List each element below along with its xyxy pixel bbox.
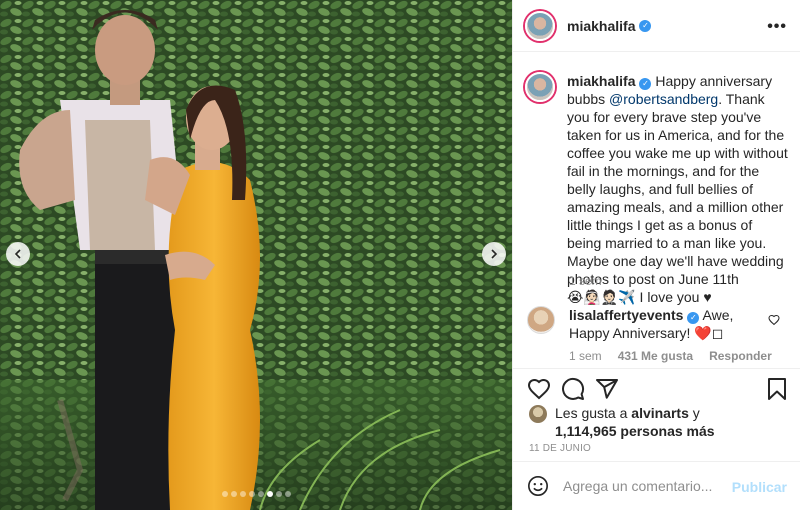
carousel-dot [275, 491, 282, 497]
caption-username[interactable]: miakhalifa [567, 73, 635, 89]
carousel-dot [230, 491, 237, 497]
likes-middle: y [688, 405, 700, 421]
comment-input[interactable] [563, 478, 733, 494]
comment-text: lisalaffertyevents ✓ Awe, Happy Anniversa… [569, 306, 769, 342]
publish-button[interactable]: Publicar [732, 479, 787, 495]
comment-avatar[interactable] [527, 306, 555, 334]
caption-avatar[interactable] [525, 72, 555, 102]
comment-username[interactable]: lisalaffertyevents [569, 307, 683, 323]
heart-icon[interactable] [527, 377, 551, 401]
post-date[interactable]: 11 DE JUNIO [529, 443, 591, 454]
header-username[interactable]: miakhalifa [567, 18, 635, 34]
likes-summary: Les gusta a alvinarts y 1,114,965 persona… [529, 404, 795, 440]
comment-icon[interactable] [561, 377, 585, 401]
verified-icon: ✓ [639, 19, 652, 32]
post-header: miakhalifa ✓ ••• [513, 0, 800, 52]
caption-text-after: . Thank you for every brave step you've … [567, 91, 788, 287]
comment-likes[interactable]: 431 Me gusta [618, 349, 693, 363]
post-side-panel: miakhalifa ✓ ••• miakhalifa ✓ Happy anniv… [512, 0, 800, 510]
carousel-dot [257, 491, 264, 497]
carousel-indicator [0, 491, 512, 497]
likes-prefix: Les gusta a [555, 405, 632, 421]
next-photo-button[interactable] [482, 242, 506, 266]
caption-text: miakhalifa ✓ Happy anniversary bubbs @rob… [567, 72, 789, 306]
comment-box-glyph: ◻ [711, 325, 724, 341]
carousel-dot [221, 491, 228, 497]
liker-username[interactable]: alvinarts [631, 405, 689, 421]
carousel-dot [248, 491, 255, 497]
chevron-left-icon [14, 249, 21, 259]
reply-button[interactable]: Responder [709, 349, 772, 363]
action-bar [513, 368, 800, 408]
caption-emoji-line: 😭👰🏻🤵🏻✈️ I love you ♥ [567, 289, 712, 305]
bookmark-icon[interactable] [765, 377, 789, 401]
liker-avatar[interactable] [529, 405, 547, 423]
carousel-dot [284, 491, 291, 497]
post-photo [0, 0, 512, 510]
emoji-icon[interactable] [527, 475, 549, 497]
verified-icon: ✓ [687, 312, 700, 324]
verified-icon: ✓ [639, 78, 652, 90]
post-caption: miakhalifa ✓ Happy anniversary bubbs @rob… [525, 72, 795, 306]
share-icon[interactable] [595, 377, 619, 401]
previous-photo-button[interactable] [6, 242, 30, 266]
comment-like-icon[interactable] [768, 314, 780, 326]
heart-emoji: ❤️ [694, 325, 712, 341]
carousel-dot [239, 491, 246, 497]
comment-meta: 1 sem 431 Me gusta Responder [569, 349, 772, 363]
more-options-icon[interactable]: ••• [767, 18, 787, 36]
carousel-dot [266, 491, 273, 497]
add-comment-bar: Publicar [513, 461, 800, 510]
likes-count[interactable]: 1,114,965 personas más [555, 423, 715, 439]
mention-link[interactable]: @robertsandberg [609, 91, 718, 107]
avatar[interactable] [525, 10, 555, 41]
comment-timestamp[interactable]: 1 sem [569, 349, 602, 363]
chevron-right-icon [491, 249, 498, 259]
caption-timestamp[interactable]: 1 sem [569, 274, 602, 288]
photo-illustration [0, 0, 512, 510]
comment: lisalaffertyevents ✓ Awe, Happy Anniversa… [527, 306, 797, 342]
